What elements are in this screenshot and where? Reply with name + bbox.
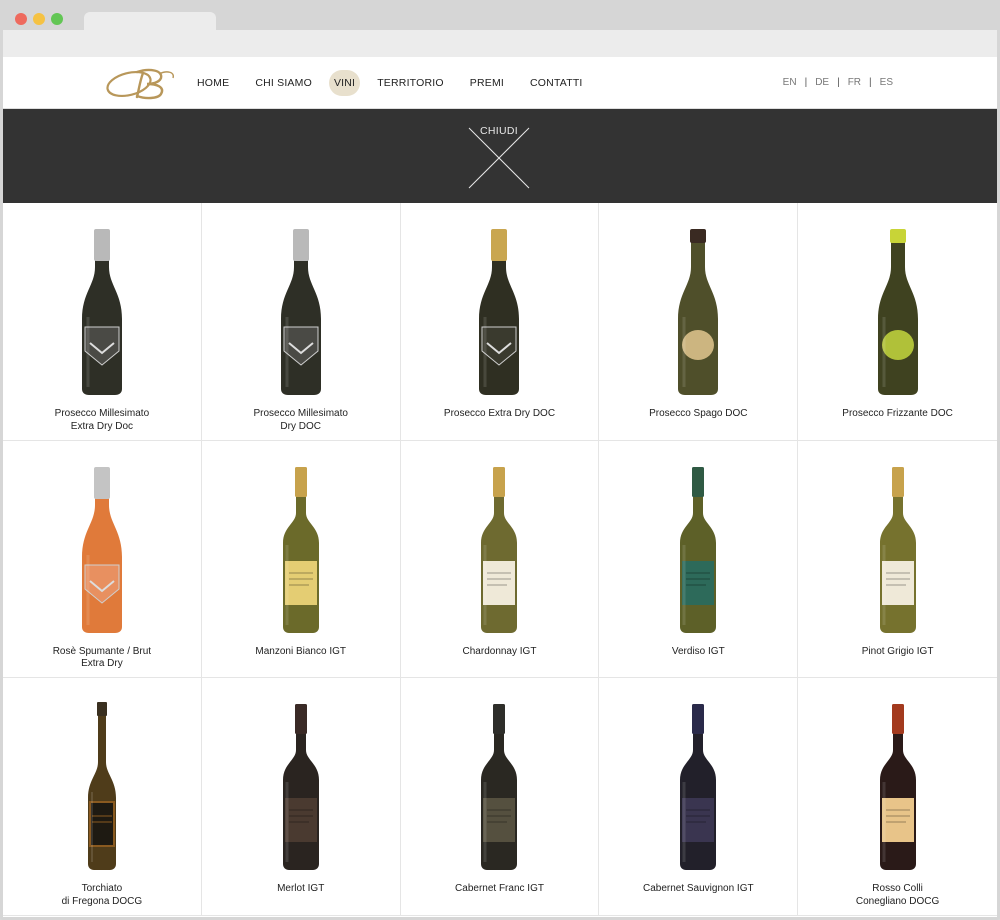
nav-item-contatti[interactable]: CONTATTI [521, 70, 592, 96]
browser-window: HOME CHI SIAMO VINI TERRITORIO PREMI CONTATTI… [0, 0, 1000, 920]
language-switcher: EN | DE | FR | ES [783, 77, 893, 88]
language-separator: | [837, 77, 840, 88]
wine-name-line2: Extra Dry Doc [70, 420, 134, 432]
wine-name-line2: Extra Dry [81, 658, 123, 669]
wine-bottle-image [469, 465, 529, 635]
close-x-icon [468, 127, 530, 189]
wine-name: Torchiato di Fregona DOCG [3, 883, 201, 908]
nav-item-premi[interactable]: PREMI [461, 70, 513, 96]
wine-bottle-image [868, 702, 928, 872]
wine-card[interactable]: Chardonnay IGT [400, 440, 600, 678]
wine-bottle-image [668, 465, 728, 635]
main-nav: HOME CHI SIAMO VINI TERRITORIO PREMI CONTATTI [188, 69, 600, 97]
wine-bottle-image [469, 227, 529, 397]
close-panel-bar: CHIUDI [3, 109, 997, 203]
wine-card[interactable]: Verdiso IGT [599, 440, 799, 678]
nav-item-chi-siamo[interactable]: CHI SIAMO [246, 70, 321, 96]
wine-name-line1: Manzoni Bianco IGT [255, 645, 346, 657]
wine-grid: Prosecco Millesimato Extra Dry Doc Prosec… [3, 203, 997, 916]
wine-bottle-image [271, 702, 331, 872]
wine-card[interactable]: Rosè Spumante / Brut Extra Dry [3, 440, 202, 678]
language-en[interactable]: EN [783, 77, 797, 88]
wine-bottle-image [72, 702, 132, 872]
nav-item-territorio[interactable]: TERRITORIO [368, 70, 453, 96]
site-header: HOME CHI SIAMO VINI TERRITORIO PREMI CONTATTI… [3, 57, 997, 109]
wine-name-line1: Chardonnay IGT [462, 645, 537, 657]
nav-item-home[interactable]: HOME [188, 70, 238, 96]
language-de[interactable]: DE [815, 77, 829, 88]
wine-name-line2: Conegliano DOCG [855, 895, 940, 907]
wine-bottle-image [668, 702, 728, 872]
wine-bottle-image [271, 465, 331, 635]
browser-tabbar [3, 30, 997, 57]
wine-name-line1: Cabernet Sauvignon IGT [642, 883, 754, 894]
wine-name-line1: Pinot Grigio IGT [861, 645, 934, 657]
wine-name-line1: Prosecco Millesimato [54, 408, 150, 419]
wine-name-line1: Torchiato [81, 883, 123, 894]
wine-name: Chardonnay IGT [401, 646, 599, 659]
wine-card[interactable]: Prosecco Millesimato Extra Dry Doc [3, 203, 202, 441]
wine-name-line1: Prosecco Extra Dry DOC [443, 408, 556, 419]
wine-card[interactable]: Rosso Colli Conegliano DOCG [798, 678, 997, 916]
wine-card[interactable]: Prosecco Spago DOC [599, 203, 799, 441]
nav-item-vini[interactable]: VINI [328, 70, 361, 96]
wine-name-line1: Prosecco Millesimato [253, 408, 348, 419]
wine-name-line1: Prosecco Spago DOC [649, 408, 748, 419]
wine-name: Verdiso IGT [599, 646, 797, 659]
wine-bottle-image [72, 227, 132, 397]
close-window-icon[interactable] [15, 13, 27, 25]
wine-name-line1: Merlot IGT [277, 883, 325, 894]
wine-name: Merlot IGT [202, 883, 400, 896]
wine-card[interactable]: Torchiato di Fregona DOCG [3, 678, 202, 916]
wine-card[interactable]: Prosecco Extra Dry DOC [400, 203, 600, 441]
wine-name: Rosè Spumante / Brut Extra Dry [3, 646, 201, 671]
wine-bottle-image [868, 465, 928, 635]
wine-name-line1: Verdiso IGT [671, 645, 725, 657]
wine-card[interactable]: Manzoni Bianco IGT [201, 440, 401, 678]
wine-bottle-image [72, 465, 132, 635]
wine-bottle-image [469, 702, 529, 872]
language-separator: | [869, 77, 872, 88]
wine-card[interactable]: Prosecco Millesimato Dry DOC [201, 203, 401, 441]
wine-name-line2: di Fregona DOCG [61, 895, 143, 907]
wine-name: Cabernet Franc IGT [401, 883, 599, 896]
wine-name: Cabernet Sauvignon IGT [599, 883, 797, 896]
wine-name-line1: Cabernet Franc IGT [455, 883, 544, 894]
maximize-window-icon[interactable] [51, 13, 63, 25]
wine-card[interactable]: Pinot Grigio IGT [798, 440, 997, 678]
wine-card[interactable]: Cabernet Franc IGT [400, 678, 600, 916]
wine-name: Pinot Grigio IGT [798, 646, 997, 659]
wine-name-line2: Dry DOC [280, 420, 321, 432]
wine-card[interactable]: Merlot IGT [201, 678, 401, 916]
close-button[interactable]: CHIUDI [468, 125, 530, 189]
browser-titlebar [0, 0, 1000, 57]
wine-bottle-image [668, 227, 728, 397]
wine-name: Prosecco Extra Dry DOC [401, 408, 599, 421]
browser-tab[interactable] [84, 12, 216, 34]
logo[interactable] [103, 66, 179, 100]
wine-name: Prosecco Frizzante DOC [798, 408, 997, 421]
wine-name: Prosecco Spago DOC [599, 408, 797, 421]
wine-bottle-image [868, 227, 928, 397]
wine-card[interactable]: Prosecco Frizzante DOC [798, 203, 997, 441]
wine-name: Prosecco Millesimato Extra Dry Doc [3, 408, 201, 433]
wine-name-line1: Rosè Spumante / Brut [52, 645, 152, 657]
wine-name-line1: Prosecco Frizzante DOC [842, 408, 953, 419]
language-fr[interactable]: FR [848, 77, 861, 88]
language-es[interactable]: ES [880, 77, 893, 88]
wine-card[interactable]: Cabernet Sauvignon IGT [599, 678, 799, 916]
minimize-window-icon[interactable] [33, 13, 45, 25]
web-page: HOME CHI SIAMO VINI TERRITORIO PREMI CONTATTI… [3, 57, 997, 917]
wine-name-line1: Rosso Colli [872, 883, 923, 894]
wine-bottle-image [271, 227, 331, 397]
wine-name: Prosecco Millesimato Dry DOC [202, 408, 400, 433]
wine-name: Rosso Colli Conegliano DOCG [798, 883, 997, 908]
wine-name: Manzoni Bianco IGT [202, 646, 400, 659]
language-separator: | [804, 77, 808, 88]
